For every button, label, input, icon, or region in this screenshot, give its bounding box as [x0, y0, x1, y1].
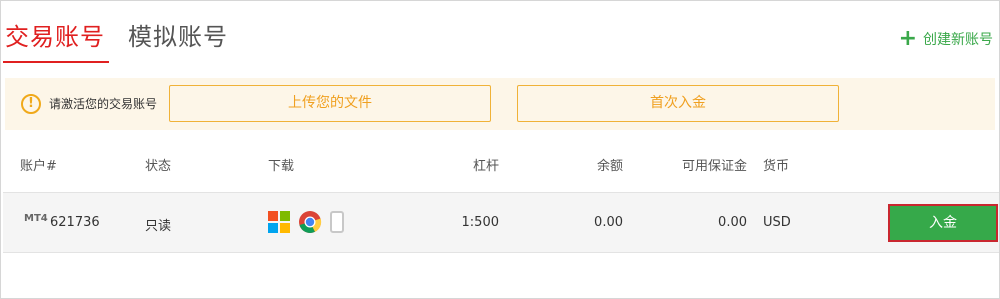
- windows-icon[interactable]: [268, 211, 290, 233]
- header-leverage: 杠杆: [472, 159, 499, 174]
- chrome-icon[interactable]: [298, 210, 322, 234]
- table-header: 账户# 状态 下载 杠杆 余额 可用保证金 货币: [3, 141, 999, 191]
- create-account-link[interactable]: + 创建新账号: [898, 26, 993, 51]
- currency-value: USD: [763, 215, 791, 230]
- tab-trading-accounts-label: 交易账号: [5, 23, 105, 51]
- activation-notice: ! 请激活您的交易账号 上传您的文件 首次入金: [5, 78, 995, 130]
- account-number: 621736: [50, 215, 100, 230]
- active-tab-underline: [3, 61, 109, 63]
- header-balance: 余额: [596, 159, 623, 174]
- header-status: 状态: [145, 159, 172, 174]
- tab-trading-accounts[interactable]: 交易账号: [3, 21, 109, 63]
- download-icons: [268, 210, 344, 234]
- header-free-margin: 可用保证金: [681, 159, 747, 174]
- tab-demo-accounts-label: 模拟账号: [128, 23, 228, 51]
- upload-documents-button[interactable]: 上传您的文件: [169, 85, 491, 122]
- plus-icon: +: [898, 26, 917, 51]
- deposit-button[interactable]: 入金: [888, 204, 998, 242]
- balance-value: 0.00: [594, 215, 623, 230]
- notice-text: 请激活您的交易账号: [49, 97, 158, 111]
- mobile-icon[interactable]: [330, 211, 344, 233]
- leverage-value: 1:500: [461, 215, 499, 230]
- header-download: 下载: [268, 159, 295, 174]
- header-currency: 货币: [763, 159, 790, 174]
- tab-demo-accounts[interactable]: 模拟账号: [128, 21, 228, 53]
- header-account: 账户#: [20, 159, 57, 174]
- create-account-label: 创建新账号: [923, 32, 993, 48]
- table-row: MT4 621736 只读 1:500 0.00 0.00 USD 入金: [3, 192, 999, 253]
- platform-badge: MT4: [24, 213, 48, 224]
- first-deposit-button[interactable]: 首次入金: [517, 85, 839, 122]
- account-panel: 交易账号 模拟账号 + 创建新账号 ! 请激活您的交易账号 上传您的文件 首次入…: [0, 0, 1000, 299]
- account-status: 只读: [145, 219, 172, 234]
- free-margin-value: 0.00: [718, 215, 747, 230]
- warning-icon: !: [21, 94, 41, 114]
